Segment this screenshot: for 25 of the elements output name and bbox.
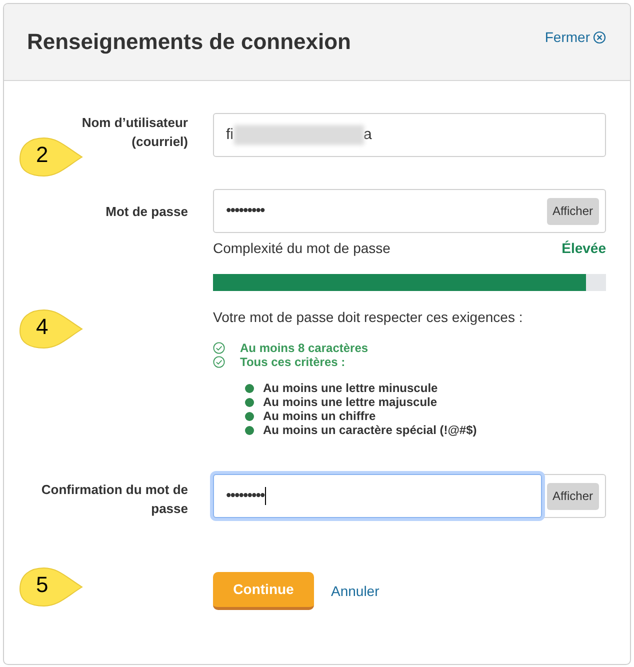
- criterion-text: Au moins un chiffre: [263, 408, 376, 425]
- text-cursor: [265, 487, 266, 505]
- cancel-link[interactable]: Annuler: [331, 580, 380, 602]
- callout-number: 2: [36, 144, 48, 166]
- strength-label: Complexité du mot de passe: [213, 239, 390, 258]
- show-password-button[interactable]: Afficher: [546, 482, 599, 510]
- dialog-title: Renseignements de connexion: [27, 28, 351, 56]
- field-label: Mot de passe: [104, 203, 188, 221]
- callout-number: 4: [36, 316, 48, 338]
- requirement-text: Au moins 8 caractères: [240, 340, 368, 357]
- criterion-text: Au moins un caractère spécial (!@#$): [263, 422, 477, 439]
- callout-number: 5: [36, 574, 48, 596]
- requirement-text: Tous ces critères :: [240, 354, 346, 371]
- close-icon[interactable]: [593, 31, 606, 44]
- username-field[interactable]: fi a: [213, 113, 606, 157]
- field-label: Nom d’utilisateur (courriel): [80, 114, 188, 151]
- show-password-button[interactable]: Afficher: [546, 198, 599, 224]
- criterion-text: Au moins une lettre minuscule: [263, 380, 438, 397]
- password-field[interactable]: ••••••••• Afficher: [213, 189, 606, 233]
- close-link[interactable]: Fermer: [544, 27, 606, 48]
- strength-rating: Élevée: [562, 239, 606, 258]
- confirm-password-field[interactable]: ••••••••• Afficher: [213, 474, 606, 518]
- requirements-intro: Votre mot de passe doit respecter ces exigences :: [213, 308, 524, 327]
- field-label: Confirmation du mot de passe: [40, 481, 188, 518]
- criterion-text: Au moins une lettre majuscule: [263, 394, 438, 411]
